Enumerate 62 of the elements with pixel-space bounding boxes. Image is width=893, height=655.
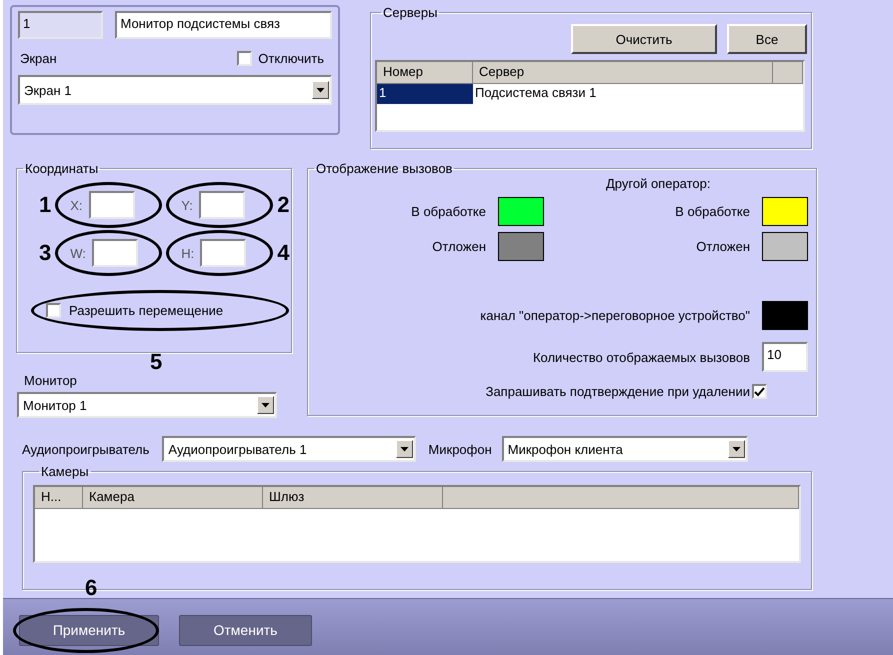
state-label: В обработке [675,204,750,219]
callout-number: 1 [39,192,52,218]
color-swatch[interactable] [762,232,808,261]
other-operator-label: Другой оператор: [606,176,711,191]
checkmark-icon [754,386,765,396]
microphone-label: Микрофон [428,442,492,456]
callout-number: 6 [85,575,98,601]
servers-title: Серверы [382,5,438,20]
coordinate-field[interactable] [198,191,245,219]
microphone-dropdown[interactable]: Микрофон клиента [502,436,748,462]
count-field[interactable]: 10 [762,342,808,372]
confirm-label: Запрашивать подтверждение при удалении [486,384,750,400]
state-label: Отложен [432,239,486,254]
calls-display-title: Отображение вызовов [315,161,454,176]
screen-label: Экран [20,51,57,66]
color-swatch[interactable] [498,232,544,261]
callout-number: 5 [150,349,162,375]
column-header[interactable]: Шлюз [263,487,443,509]
clear-button[interactable]: Очистить [571,24,717,54]
coordinate-label: X: [70,198,83,212]
caret-icon[interactable] [728,440,745,458]
coordinate-label: W: [70,246,86,260]
monitor-label: Монитор [24,373,78,388]
monitor-dropdown[interactable]: Монитор 1 [17,392,277,418]
checkbox[interactable] [752,384,767,399]
name-field[interactable]: Монитор подсистемы связ [115,11,332,39]
allow-move-label: Разрешить перемещение [69,303,224,318]
checkbox[interactable] [237,51,252,66]
audio-player-dropdown[interactable]: Аудиопроигрыватель 1 [162,436,416,462]
state-label: Отложен [696,239,750,254]
callout-number: 4 [277,240,290,266]
callout-number: 3 [39,240,52,266]
caret-icon[interactable] [257,396,274,414]
caret-icon[interactable] [396,440,414,458]
color-swatch[interactable] [498,197,544,226]
apply-button[interactable]: Применить [19,614,159,646]
id-field[interactable]: 1 [18,11,104,39]
callout-number: 2 [277,192,290,218]
coordinates-title: Координаты [24,161,100,176]
table-cell[interactable]: Подсистема связи 1 [473,84,773,104]
count-label: Количество отображаемых вызовов [532,350,750,364]
all-button[interactable]: Все [727,24,807,54]
color-swatch[interactable] [762,197,808,226]
coordinate-field[interactable] [200,239,246,267]
coordinate-field[interactable] [88,191,135,219]
coordinate-label: Y: [181,198,193,212]
column-header[interactable]: Камера [83,487,263,509]
cameras-title: Камеры [40,464,90,479]
state-label: В обработке [411,204,486,219]
column-header[interactable]: Сервер [473,62,773,84]
column-header[interactable]: Н... [35,487,83,509]
table-cell[interactable]: 1 [377,84,473,104]
audio-player-label: Аудиопроигрыватель [22,442,150,456]
caret-icon[interactable] [312,81,329,99]
checkbox[interactable] [46,303,61,318]
channel-label: канал "оператор->переговорное устройство" [480,308,750,323]
disable-label: Отключить [258,51,324,66]
cancel-button[interactable]: Отменить [179,614,312,646]
coordinate-label: H: [181,246,194,260]
color-swatch[interactable] [762,301,808,330]
screen-dropdown[interactable]: Экран 1 [18,75,332,105]
coordinate-field[interactable] [92,239,138,267]
